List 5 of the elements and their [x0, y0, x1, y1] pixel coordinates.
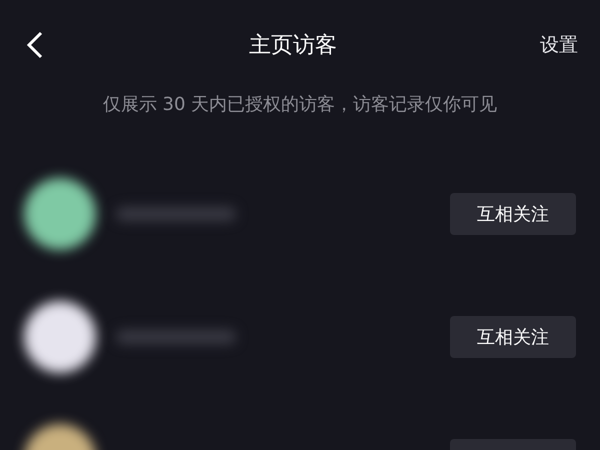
settings-link[interactable]: 设置	[540, 32, 578, 58]
follow-button[interactable]: 互相关注	[450, 316, 576, 358]
follow-button[interactable]: 互相关注	[450, 193, 576, 235]
notice-text: 仅展示 30 天内已授权的访客，访客记录仅你可见	[102, 93, 498, 116]
page-title: 主页访客	[249, 32, 337, 60]
